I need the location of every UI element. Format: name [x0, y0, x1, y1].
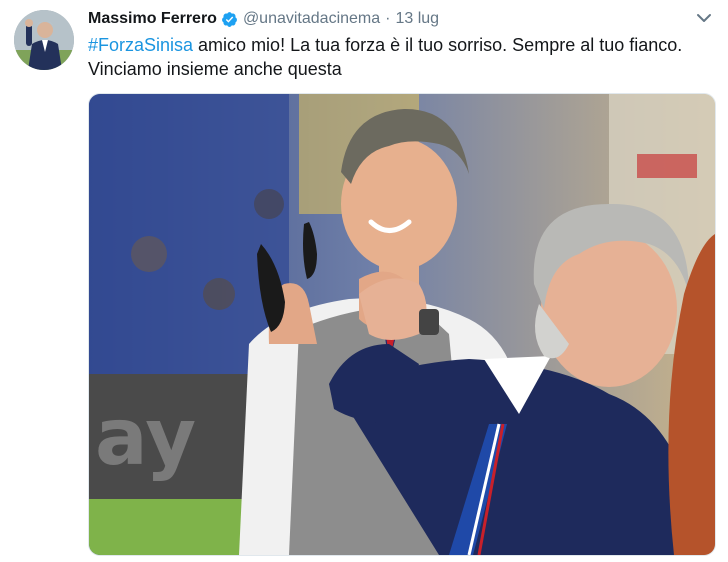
- photo-illustration: ay: [89, 94, 715, 555]
- verified-badge-icon: [222, 11, 237, 27]
- chevron-down-icon[interactable]: [696, 12, 712, 24]
- display-name[interactable]: Massimo Ferrero: [88, 9, 217, 29]
- billboard-text: ay: [95, 393, 196, 483]
- avatar[interactable]: [14, 10, 74, 70]
- tweet-header: Massimo Ferrero @unavitadacinema · 13 lu…: [88, 9, 439, 29]
- hashtag-link[interactable]: #ForzaSinisa: [88, 35, 193, 55]
- tweet-photo[interactable]: ay: [88, 93, 716, 556]
- handle[interactable]: @unavitadacinema: [243, 9, 380, 29]
- separator-dot: ·: [385, 10, 391, 27]
- avatar-image: [14, 10, 74, 70]
- tweet: Massimo Ferrero @unavitadacinema · 13 lu…: [0, 0, 728, 562]
- timestamp[interactable]: 13 lug: [395, 9, 439, 29]
- tweet-text: #ForzaSinisa amico mio! La tua forza è i…: [88, 33, 708, 81]
